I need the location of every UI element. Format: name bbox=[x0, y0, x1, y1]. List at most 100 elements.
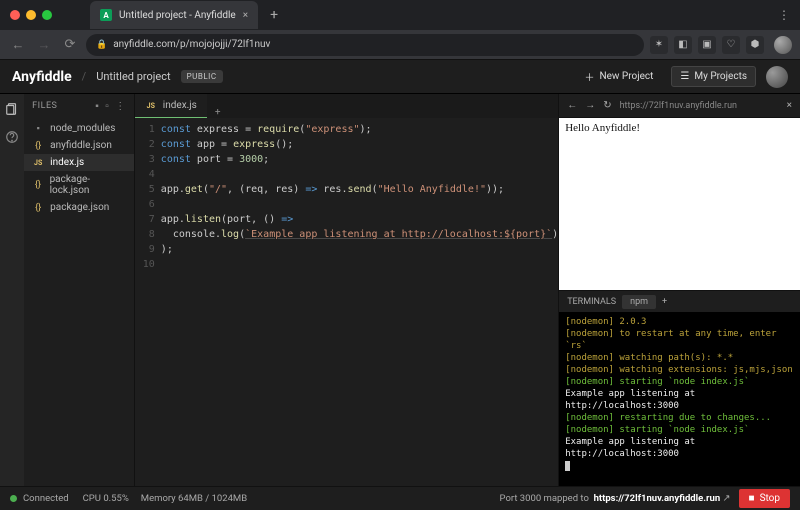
user-avatar[interactable] bbox=[766, 66, 788, 88]
code-editor[interactable]: 12345678910 const express = require("exp… bbox=[135, 118, 558, 486]
app-header: Anyfiddle / Untitled project PUBLIC ＋ Ne… bbox=[0, 60, 800, 94]
editor-group: JS index.js + 12345678910 const express … bbox=[135, 94, 558, 486]
file-node-index-js[interactable]: JS index.js bbox=[24, 154, 134, 171]
file-node-anyfiddle-json[interactable]: {} anyfiddle.json bbox=[24, 137, 134, 154]
cpu-label: CPU bbox=[83, 493, 101, 504]
browser-tab[interactable]: A Untitled project - Anyfiddle × bbox=[90, 1, 258, 29]
zoom-window-icon[interactable] bbox=[42, 10, 52, 20]
line-gutter: 12345678910 bbox=[135, 122, 161, 486]
terminal-cursor bbox=[565, 461, 570, 471]
stop-icon: ■ bbox=[749, 493, 755, 504]
terminals-title: TERMINALS bbox=[567, 297, 616, 307]
editor-tab-index-js[interactable]: JS index.js bbox=[135, 94, 207, 118]
file-icon: {} bbox=[32, 180, 43, 190]
terminal-output[interactable]: [nodemon] 2.0.3[nodemon] to restart at a… bbox=[559, 312, 800, 486]
file-node-node_modules[interactable]: ▪ node_modules bbox=[24, 120, 134, 137]
new-project-button[interactable]: ＋ New Project bbox=[576, 65, 661, 88]
browser-toolbar: ← → ⟳ 🔒 anyfiddle.com/p/mojojojji/72lf1n… bbox=[0, 30, 800, 60]
list-icon: ☰ bbox=[680, 71, 689, 82]
file-icon: JS bbox=[32, 159, 44, 167]
browser-address-bar[interactable]: 🔒 anyfiddle.com/p/mojojojji/72lf1nuv bbox=[86, 34, 644, 56]
new-file-icon[interactable]: ▪ bbox=[95, 101, 99, 112]
new-folder-icon[interactable]: ▫ bbox=[105, 101, 109, 112]
preview-toolbar: ← → ↻ https://72lf1nuv.anyfiddle.run × bbox=[559, 94, 800, 118]
files-activity-icon[interactable] bbox=[5, 102, 19, 116]
file-label: index.js bbox=[50, 157, 84, 168]
chrome-profile-avatar[interactable] bbox=[774, 36, 792, 54]
extension-icon[interactable]: ▣ bbox=[698, 36, 716, 54]
terminal-line: [nodemon] 2.0.3 bbox=[565, 316, 794, 328]
browser-tab-title: Untitled project - Anyfiddle bbox=[119, 10, 236, 21]
terminal-line: [nodemon] starting `node index.js` bbox=[565, 424, 794, 436]
stop-button[interactable]: ■ Stop bbox=[739, 489, 790, 508]
terminal-tab-bar: TERMINALS npm + bbox=[559, 290, 800, 312]
browser-extensions: ✶ ◧ ▣ ♡ ⬢ bbox=[650, 36, 764, 54]
extension-icon[interactable]: ♡ bbox=[722, 36, 740, 54]
browser-reload-button[interactable]: ⟳ bbox=[60, 37, 80, 52]
chrome-menu-icon[interactable]: ⋮ bbox=[778, 8, 790, 22]
main-workspace: FILES ▪ ▫ ⋮ ▪ node_modules {} anyfiddle.jso… bbox=[0, 94, 800, 486]
preview-forward-button[interactable]: → bbox=[585, 100, 595, 111]
brand-logo[interactable]: Anyfiddle bbox=[12, 69, 72, 85]
file-explorer: FILES ▪ ▫ ⋮ ▪ node_modules {} anyfiddle.jso… bbox=[24, 94, 135, 486]
extension-icon[interactable]: ◧ bbox=[674, 36, 692, 54]
terminal-line: [nodemon] restarting due to changes... bbox=[565, 412, 794, 424]
folder-icon: ▪ bbox=[32, 123, 44, 134]
browser-tab-strip: A Untitled project - Anyfiddle × + ⋮ bbox=[0, 0, 800, 30]
extension-icon[interactable]: ✶ bbox=[650, 36, 668, 54]
terminal-line: [nodemon] starting `node index.js` bbox=[565, 376, 794, 388]
extension-icon[interactable]: ⬢ bbox=[746, 36, 764, 54]
code-content[interactable]: const express = require("express"); cons… bbox=[161, 122, 558, 486]
project-name[interactable]: Untitled project bbox=[96, 70, 170, 83]
terminal-line: [nodemon] watching extensions: js,mjs,js… bbox=[565, 364, 794, 376]
connection-status-icon bbox=[10, 495, 17, 502]
file-icon: {} bbox=[32, 141, 44, 151]
help-activity-icon[interactable] bbox=[5, 130, 19, 144]
file-label: package-lock.json bbox=[50, 174, 126, 196]
file-label: anyfiddle.json bbox=[50, 140, 112, 151]
new-tab-button[interactable]: + bbox=[264, 7, 284, 23]
memory-label: Memory bbox=[141, 493, 176, 504]
file-label: package.json bbox=[50, 202, 109, 213]
preview-content: Hello Anyfiddle! bbox=[565, 122, 640, 134]
editor-tab-label: index.js bbox=[163, 100, 197, 111]
cpu-value: 0.55% bbox=[103, 493, 128, 504]
plus-icon: ＋ bbox=[584, 69, 594, 84]
memory-value: 64MB / 1024MB bbox=[178, 493, 247, 504]
file-node-package-lock-json[interactable]: {} package-lock.json bbox=[24, 171, 134, 199]
my-projects-button[interactable]: ☰ My Projects bbox=[671, 66, 756, 87]
terminal-line: Example app listening at http://localhos… bbox=[565, 436, 794, 460]
close-tab-icon[interactable]: × bbox=[243, 10, 248, 21]
file-icon: {} bbox=[32, 203, 44, 213]
new-terminal-button[interactable]: + bbox=[662, 297, 667, 307]
breadcrumb-separator: / bbox=[82, 70, 87, 83]
window-controls bbox=[10, 10, 52, 20]
terminal-line: [nodemon] watching path(s): *.* bbox=[565, 352, 794, 364]
preview-reload-button[interactable]: ↻ bbox=[603, 100, 611, 111]
file-node-package-json[interactable]: {} package.json bbox=[24, 199, 134, 216]
preview-back-button[interactable]: ← bbox=[567, 100, 577, 111]
preview-pane: Hello Anyfiddle! bbox=[559, 118, 800, 290]
minimize-window-icon[interactable] bbox=[26, 10, 36, 20]
browser-forward-button[interactable]: → bbox=[34, 37, 54, 53]
preview-url[interactable]: https://72lf1nuv.anyfiddle.run bbox=[620, 101, 779, 111]
close-window-icon[interactable] bbox=[10, 10, 20, 20]
browser-url: anyfiddle.com/p/mojojojji/72lf1nuv bbox=[113, 39, 270, 50]
browser-back-button[interactable]: ← bbox=[8, 37, 28, 53]
editor-tabs: JS index.js + bbox=[135, 94, 558, 118]
connection-status-label: Connected bbox=[23, 493, 69, 504]
file-label: node_modules bbox=[50, 123, 115, 134]
js-file-icon: JS bbox=[145, 102, 157, 110]
close-preview-icon[interactable]: × bbox=[787, 100, 792, 111]
terminal-tab-npm[interactable]: npm bbox=[622, 295, 656, 309]
port-url[interactable]: https://72lf1nuv.anyfiddle.run bbox=[594, 493, 721, 504]
open-external-icon[interactable]: ↗ bbox=[723, 493, 731, 504]
port-mapping-text: Port 3000 mapped to https://72lf1nuv.any… bbox=[500, 493, 731, 504]
file-tree: ▪ node_modules {} anyfiddle.json JS index.js {… bbox=[24, 118, 134, 218]
explorer-more-icon[interactable]: ⋮ bbox=[115, 101, 126, 112]
anyfiddle-favicon-icon: A bbox=[100, 9, 112, 21]
visibility-badge: PUBLIC bbox=[181, 70, 223, 83]
new-editor-tab-button[interactable]: + bbox=[207, 107, 229, 118]
activity-bar bbox=[0, 94, 24, 486]
file-explorer-title: FILES bbox=[32, 101, 57, 111]
